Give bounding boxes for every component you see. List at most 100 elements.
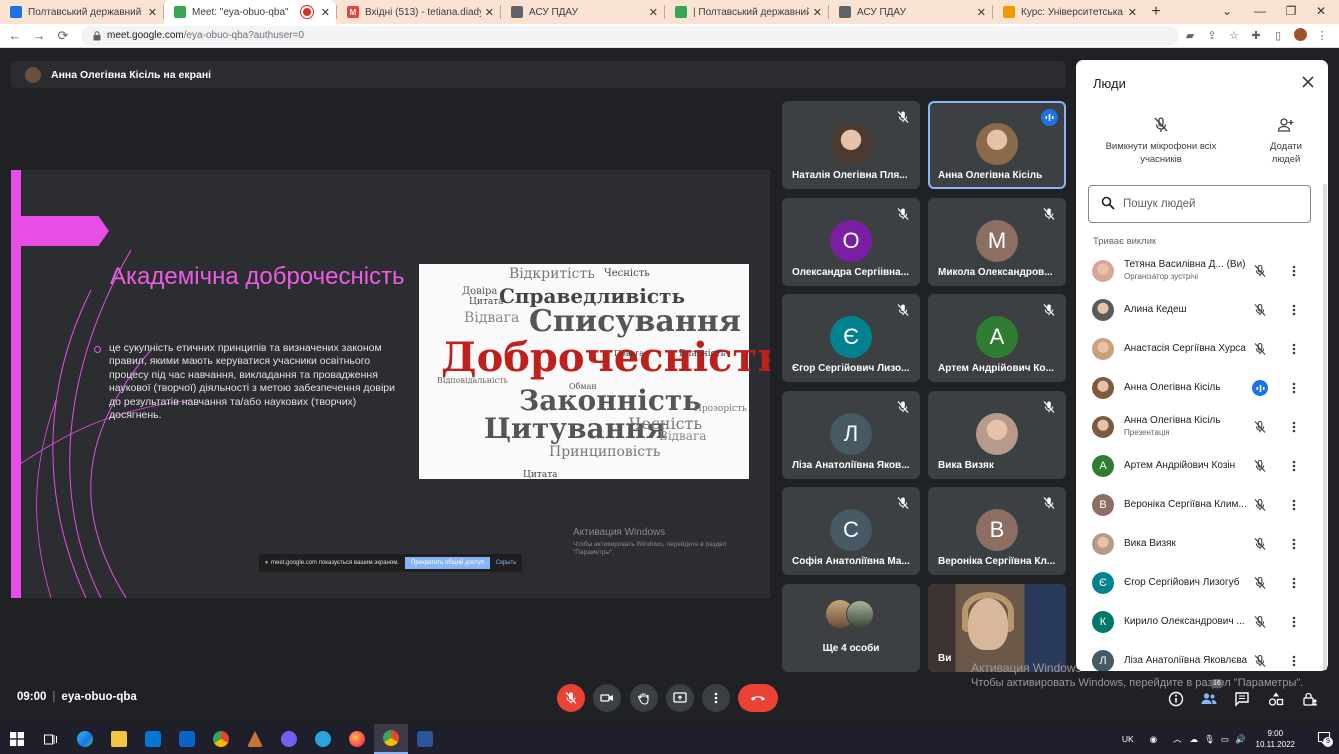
share-icon[interactable]: ⇪ [1201,29,1223,42]
close-tab-icon[interactable]: ✕ [649,6,658,19]
participant-tile[interactable]: Л Ліза Анатоліївна Яков... [782,390,920,479]
participant-tile[interactable]: А Артем Андрійович Ко... [928,294,1066,382]
people-list-scrollbar[interactable] [1323,184,1327,670]
close-tab-icon[interactable]: ✕ [321,6,330,19]
stop-sharing-button[interactable]: Прекратить общий доступ [405,557,490,569]
more-actions-icon[interactable] [1287,264,1301,283]
browser-tab[interactable]: АСУ ПДАУ ✕ [501,0,664,24]
participant-list-item[interactable]: В Вероніка Сергіївна Клим... [1076,487,1322,523]
present-now-button[interactable] [666,684,694,712]
eye-icon[interactable]: ◉ [1150,734,1157,745]
more-actions-icon[interactable] [1287,342,1301,361]
close-tab-icon[interactable]: ✕ [813,6,822,19]
participant-tile[interactable]: Ще 4 особи [782,583,920,672]
participant-tile[interactable]: Вика Визяк [928,390,1066,479]
participant-tile[interactable]: О Олександра Сергіівна... [782,197,920,286]
microphone-off-button[interactable] [557,684,585,712]
participant-list-item[interactable]: Алина Кедеш [1076,292,1322,328]
chrome-icon[interactable] [204,724,238,754]
browser-menu-icon[interactable]: ⋮ [1311,29,1333,42]
participant-list-item[interactable]: Л Ліза Анатоліївна Яковлєва [1076,643,1322,671]
tab-search-icon[interactable]: ⌄ [1217,4,1237,18]
add-people-button[interactable]: Додати людей [1259,116,1313,166]
participant-list-item[interactable]: Анна Олегівна Кісіль [1076,370,1322,406]
edge-icon[interactable] [68,724,102,754]
raise-hand-button[interactable] [630,684,658,712]
search-people-input[interactable]: Пошук людей [1088,185,1311,223]
participant-tile[interactable]: В Вероніка Сергіївна Кл... [928,487,1066,575]
activities-button[interactable] [1266,689,1286,709]
telegram-icon[interactable] [306,724,340,754]
camera-button[interactable] [593,684,621,712]
chat-button[interactable] [1232,689,1252,709]
host-controls-button[interactable] [1300,689,1320,709]
start-button[interactable] [0,724,34,754]
close-tab-icon[interactable]: ✕ [485,6,494,19]
camera-blocked-icon[interactable]: ▰ [1179,29,1201,42]
close-tab-icon[interactable]: ✕ [148,6,157,19]
network-icon[interactable]: ▭ [1221,734,1229,745]
minimize-button[interactable]: — [1250,4,1270,18]
forward-button[interactable]: → [27,28,51,43]
close-window-button[interactable]: ✕ [1311,4,1331,18]
cloud-icon[interactable]: ☁ [1190,734,1199,745]
mute-all-button[interactable]: Вимкнути мікрофони всіх учасників [1096,116,1226,166]
profile-avatar[interactable] [1289,27,1311,44]
more-actions-icon[interactable] [1287,537,1301,556]
browser-tab[interactable]: M Вхідні (513) - tetiana.diadyk@p ✕ [337,0,500,24]
new-tab-button[interactable]: + [1143,3,1169,21]
more-options-button[interactable] [702,684,730,712]
participant-list-item[interactable]: Анастасія Сергіївна Хурса [1076,331,1322,367]
firefox-icon[interactable] [340,724,374,754]
reload-button[interactable]: ⟳ [51,28,75,44]
participant-tile[interactable]: Ви [928,583,1066,672]
file-explorer-icon[interactable] [102,724,136,754]
back-button[interactable]: ← [3,28,27,43]
close-tab-icon[interactable]: ✕ [977,6,986,19]
participant-list-item[interactable]: Тетяна Василівна Д... (Ви) Організатор зу… [1076,253,1322,289]
people-button[interactable]: 16 [1199,679,1224,709]
participant-list-item[interactable]: Вика Визяк [1076,526,1322,562]
browser-tab[interactable]: Meet: "eya-obuo-qba" ✕ [164,0,336,24]
side-panel-icon[interactable]: ▯ [1267,29,1289,42]
bookmark-star-icon[interactable]: ☆ [1223,29,1245,42]
more-actions-icon[interactable] [1287,576,1301,595]
participant-tile[interactable]: М Микола Олександров... [928,197,1066,286]
participant-tile[interactable]: С Софія Анатоліївна Ма... [782,487,920,575]
more-actions-icon[interactable] [1287,459,1301,478]
notifications-button[interactable]: 9 [1317,731,1333,747]
more-actions-icon[interactable] [1287,615,1301,634]
restore-button[interactable]: ❐ [1281,4,1301,18]
mail-icon[interactable] [170,724,204,754]
leave-call-button[interactable] [738,684,778,712]
browser-tab[interactable]: Полтавський державний аграр ✕ [0,0,163,24]
more-actions-icon[interactable] [1287,498,1301,517]
close-tab-icon[interactable]: ✕ [1128,6,1137,19]
extensions-icon[interactable]: ✚ [1245,29,1267,42]
participant-tile[interactable]: Є Єгор Сергійович Лизо... [782,294,920,382]
store-icon[interactable] [136,724,170,754]
participant-list-item[interactable]: Анна Олегівна Кісіль Презентація [1076,409,1322,445]
viber-icon[interactable] [272,724,306,754]
more-actions-icon[interactable] [1287,381,1301,400]
hide-notice-button[interactable]: Скрыть [496,560,516,566]
chrome-active-icon[interactable] [374,724,408,754]
word-icon[interactable] [408,724,442,754]
browser-tab[interactable]: | Полтавський державний агра ✕ [665,0,828,24]
meeting-details-button[interactable] [1166,689,1186,709]
close-panel-button[interactable] [1300,74,1316,90]
participant-list-item[interactable]: А Артем Андрійович Козін [1076,448,1322,484]
volume-icon[interactable]: 🔊 [1235,734,1246,745]
taskbar-clock[interactable]: 9:00 10.11.2022 [1256,728,1295,750]
mic-tray-icon[interactable]: 🎙 [1204,734,1215,745]
participant-list-item[interactable]: К Кирило Олександрович ... [1076,604,1322,640]
tray-expand-icon[interactable]: ︿ [1173,733,1182,745]
more-actions-icon[interactable] [1287,303,1301,322]
language-indicator[interactable]: UK [1122,734,1134,744]
url-bar[interactable]: meet.google.com/eya-obuo-qba?authuser=0 [81,25,1179,46]
participant-tile[interactable]: Наталія Олегівна Пля... [782,101,920,189]
participant-list-item[interactable]: Є Єгор Сергійович Лизогуб [1076,565,1322,601]
app-icon[interactable] [238,724,272,754]
more-actions-icon[interactable] [1287,420,1301,439]
browser-tab[interactable]: Курс: Університетська освіта_н ✕ [993,0,1143,24]
